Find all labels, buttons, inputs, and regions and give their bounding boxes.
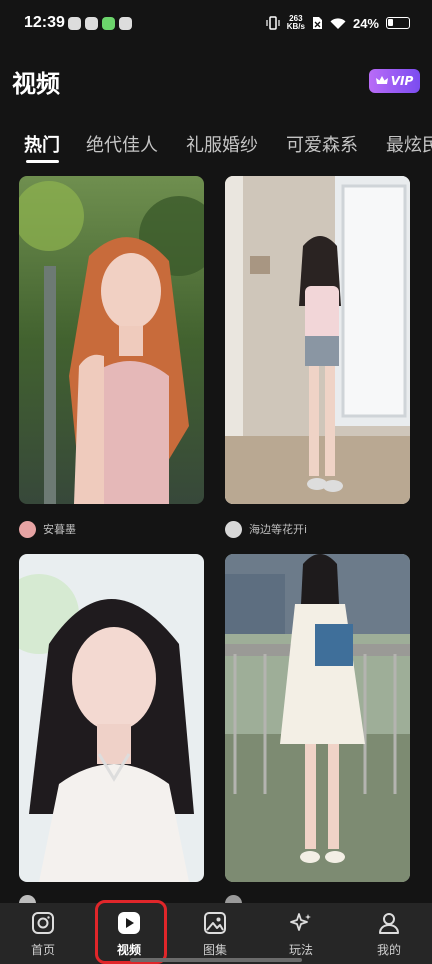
nav-play[interactable]: 玩法 bbox=[258, 903, 344, 964]
nav-gallery[interactable]: 图集 bbox=[172, 903, 258, 964]
instagram-camera-icon bbox=[30, 910, 56, 936]
network-speed: 263 KB/s bbox=[287, 15, 305, 31]
category-tabs: 热门 绝代佳人 礼服婚纱 可爱森系 最炫民 bbox=[0, 128, 432, 164]
active-tab-indicator bbox=[26, 160, 59, 163]
video-thumbnail bbox=[225, 554, 410, 882]
app-notification-icon bbox=[68, 17, 81, 30]
card-author[interactable]: 海边等花开i bbox=[225, 519, 307, 539]
author-name: 安暮墨 bbox=[43, 523, 76, 536]
vip-button[interactable]: VIP bbox=[369, 69, 420, 93]
tab-folk[interactable]: 最炫民 bbox=[386, 131, 432, 157]
bottom-navigation: 首页 视频 图集 玩法 我的 bbox=[0, 903, 432, 964]
nav-profile-label: 我的 bbox=[376, 943, 401, 957]
tab-peerless-beauty[interactable]: 绝代佳人 bbox=[86, 131, 158, 157]
notification-icons bbox=[68, 17, 132, 30]
tab-cute-forest[interactable]: 可爱森系 bbox=[286, 131, 358, 157]
nav-home-label: 首页 bbox=[30, 943, 55, 957]
video-card[interactable] bbox=[225, 554, 410, 882]
video-thumbnail bbox=[19, 554, 204, 882]
wechat-icon bbox=[102, 17, 115, 30]
nav-profile[interactable]: 我的 bbox=[346, 903, 432, 964]
nav-gallery-label: 图集 bbox=[202, 943, 227, 957]
avatar bbox=[19, 520, 36, 538]
vip-label: VIP bbox=[390, 74, 414, 88]
video-card[interactable] bbox=[19, 554, 204, 882]
avatar bbox=[225, 520, 242, 538]
status-time: 12:39 bbox=[24, 14, 65, 31]
battery-icon bbox=[386, 17, 410, 29]
image-gallery-icon bbox=[202, 910, 228, 936]
app-notification-icon bbox=[85, 17, 98, 30]
message-icon bbox=[119, 17, 132, 30]
author-name: 海边等花开i bbox=[249, 523, 308, 536]
battery-percent: 24% bbox=[352, 15, 379, 31]
net-speed-unit: KB/s bbox=[286, 22, 305, 31]
video-card[interactable] bbox=[225, 176, 410, 504]
tab-hot[interactable]: 热门 bbox=[24, 131, 60, 157]
nav-home[interactable]: 首页 bbox=[0, 903, 86, 964]
card-author[interactable]: 安暮墨 bbox=[19, 519, 76, 539]
crown-icon bbox=[375, 76, 388, 84]
person-icon bbox=[376, 910, 402, 936]
status-indicators: 263 KB/s 24% bbox=[266, 15, 410, 31]
selection-highlight bbox=[95, 900, 167, 964]
video-thumbnail bbox=[19, 176, 204, 504]
video-thumbnail bbox=[225, 176, 410, 504]
wifi-icon bbox=[330, 17, 346, 29]
status-bar: 12:39 263 KB/s 24% bbox=[0, 0, 432, 52]
tab-gown-wedding[interactable]: 礼服婚纱 bbox=[186, 131, 258, 157]
no-sim-icon bbox=[312, 17, 322, 29]
home-indicator[interactable] bbox=[130, 958, 302, 962]
video-card[interactable] bbox=[19, 176, 204, 504]
nav-play-label: 玩法 bbox=[288, 943, 313, 957]
page-title: 视频 bbox=[12, 70, 60, 98]
sparkle-icon bbox=[288, 910, 314, 936]
vibrate-icon bbox=[266, 16, 280, 30]
